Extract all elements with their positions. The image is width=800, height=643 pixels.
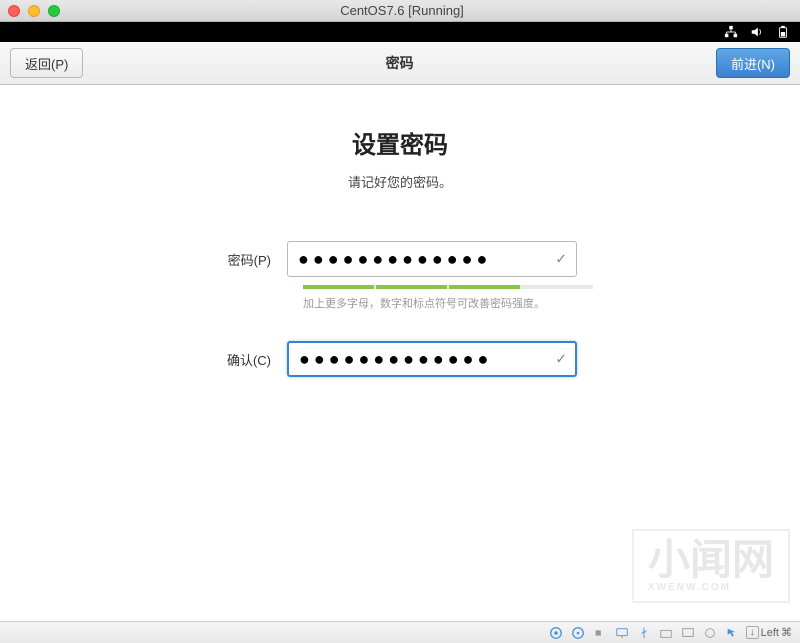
page-title: 设置密码 [0, 125, 800, 160]
host-key-indicator: ↓ Left ⌘ [746, 626, 792, 639]
volume-icon[interactable] [750, 25, 764, 39]
window-title: CentOS7.6 [Running] [12, 3, 792, 18]
password-input-wrap: ✓ [287, 241, 577, 277]
audio-icon[interactable] [592, 625, 608, 641]
host-key-label: Left [761, 627, 779, 639]
password-form: 密码(P) ✓ 加上更多字母，数字和标点符号可改善密码强度。 确认(C) ✓ [207, 241, 593, 385]
disk-icon[interactable] [548, 625, 564, 641]
password-hint: 加上更多字母，数字和标点符号可改善密码强度。 [303, 295, 593, 311]
battery-icon[interactable] [776, 25, 790, 39]
password-label: 密码(P) [207, 250, 287, 269]
usb-icon[interactable] [636, 625, 652, 641]
strength-segment [303, 285, 374, 289]
confirm-input-wrap: ✓ [287, 341, 577, 377]
confirm-row: 确认(C) ✓ [207, 341, 593, 377]
mouse-capture-icon[interactable] [724, 625, 740, 641]
page-subtitle: 请记好您的密码。 [0, 172, 800, 191]
check-icon: ✓ [555, 351, 567, 368]
check-icon: ✓ [555, 251, 567, 268]
password-row: 密码(P) ✓ [207, 241, 593, 277]
password-strength-bar [303, 285, 593, 289]
key-indicator-icon: ↓ [746, 626, 759, 639]
optical-icon[interactable] [570, 625, 586, 641]
password-input[interactable] [287, 241, 577, 277]
recording-icon[interactable] [702, 625, 718, 641]
confirm-input[interactable] [287, 341, 577, 377]
network-icon[interactable] [724, 25, 738, 39]
strength-segment [449, 285, 520, 289]
vm-guest-topbar [0, 22, 800, 42]
watermark: 小闻网 XWENW.COM [632, 529, 790, 603]
watermark-text: 小闻网 [648, 536, 774, 583]
cmd-symbol: ⌘ [781, 626, 792, 639]
strength-segment [522, 285, 593, 289]
header-bar: 返回(P) 密码 前进(N) [0, 42, 800, 85]
main-content: 设置密码 请记好您的密码。 密码(P) ✓ 加上更多字母，数字和标点符号可改善密… [0, 85, 800, 385]
display-icon[interactable] [680, 625, 696, 641]
strength-segment [376, 285, 447, 289]
network-stat-icon[interactable] [614, 625, 630, 641]
window-titlebar: CentOS7.6 [Running] [0, 0, 800, 22]
vm-statusbar: ↓ Left ⌘ [0, 621, 800, 643]
watermark-sub: XWENW.COM [648, 583, 774, 593]
shared-folder-icon[interactable] [658, 625, 674, 641]
forward-button[interactable]: 前进(N) [716, 48, 790, 78]
back-button[interactable]: 返回(P) [10, 48, 83, 78]
header-title: 密码 [386, 53, 414, 73]
confirm-label: 确认(C) [207, 350, 287, 369]
